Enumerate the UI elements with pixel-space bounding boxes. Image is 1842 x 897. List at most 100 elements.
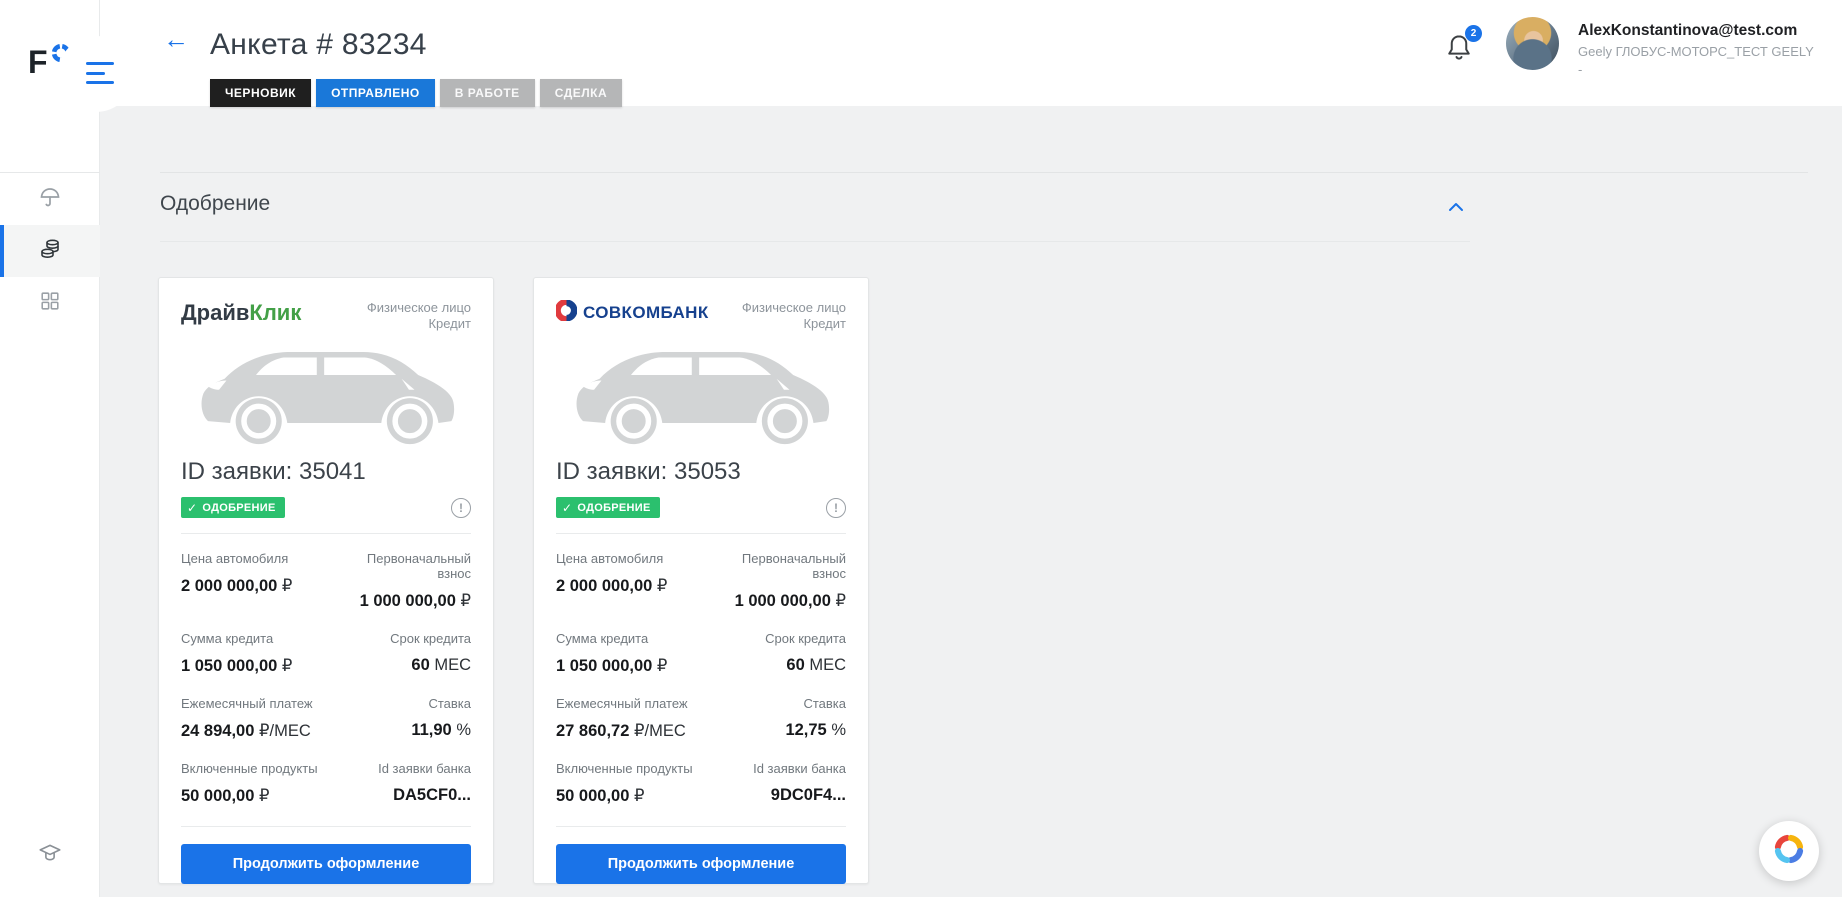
graduation-cap-icon — [37, 841, 63, 872]
section-divider-bottom — [160, 241, 1470, 242]
field-unit: ₽/МЕС — [629, 722, 686, 740]
field-label: Сумма кредита — [181, 631, 274, 646]
field-value: 12,75 — [785, 721, 827, 739]
field-label: Первоначальный взнос — [366, 551, 471, 581]
offer-card-sovcombank: СОВКОМБАНК Физическое лицо Кредит ID зая… — [533, 277, 869, 884]
application-id: ID заявки: 35041 — [181, 458, 471, 486]
field-value: 50 000,00 — [181, 787, 255, 805]
chat-widget-button[interactable] — [1759, 821, 1819, 881]
field-value: 27 860,72 — [556, 722, 630, 740]
hamburger-menu-button[interactable] — [86, 62, 116, 84]
umbrella-icon — [38, 185, 62, 214]
field-value: DA5CF0... — [393, 786, 471, 804]
field-value: 60 — [786, 656, 805, 674]
status-badges: ЧЕРНОВИК ОТПРАВЛЕНО В РАБОТЕ СДЕЛКА — [210, 79, 623, 107]
field-unit: ₽ — [455, 592, 471, 610]
field-unit: ₽ — [277, 577, 293, 595]
field-label: Включенные продукты — [556, 761, 693, 776]
approval-status-badge: ✓ ОДОБРЕНИЕ — [556, 497, 660, 518]
collapse-section-button[interactable] — [1448, 200, 1464, 218]
sidebar-item-education[interactable] — [0, 830, 100, 882]
card-divider — [556, 826, 846, 827]
field-value: 11,90 — [411, 721, 452, 739]
field-unit: ₽ — [652, 577, 668, 595]
field-label: Включенные продукты — [181, 761, 318, 776]
notifications-button[interactable]: 2 — [1444, 25, 1482, 68]
field-value: 1 000 000,00 — [734, 592, 831, 610]
driveclick-logo: Драйв Клик — [181, 300, 301, 326]
user-organization-extra: - — [1578, 62, 1583, 77]
application-id-value: 35041 — [299, 458, 366, 485]
user-email: AlexKonstantinova@test.com — [1578, 22, 1798, 39]
client-type-label: Физическое лицо — [366, 300, 471, 315]
field-label: Срок кредита — [390, 631, 471, 646]
section-title: Одобрение — [160, 192, 271, 215]
notification-count-badge: 2 — [1465, 25, 1482, 42]
approval-status-label: ОДОБРЕНИЕ — [577, 501, 651, 514]
check-icon: ✓ — [187, 500, 198, 515]
bell-icon — [1444, 35, 1474, 68]
sidebar-item-credits[interactable] — [0, 225, 100, 277]
application-id-label: ID заявки: — [556, 458, 668, 485]
field-label: Сумма кредита — [556, 631, 649, 646]
field-value: 24 894,00 — [181, 722, 255, 740]
card-divider — [181, 826, 471, 827]
bank-name-primary: Драйв — [181, 300, 250, 325]
field-unit: ₽ — [652, 657, 668, 675]
sidebar-nav — [0, 173, 100, 329]
field-unit: ₽ — [277, 657, 293, 675]
approval-status-badge: ✓ ОДОБРЕНИЕ — [181, 497, 285, 518]
field-unit: % — [826, 721, 846, 739]
page-title: Анкета # 83234 — [210, 28, 427, 61]
field-label: Первоначальный взнос — [741, 551, 846, 581]
chat-pinwheel-icon — [1771, 831, 1807, 872]
card-divider — [181, 533, 471, 534]
logo-letter: F — [28, 44, 48, 80]
bank-name: СОВКОМБАНК — [583, 303, 709, 322]
product-type-label: Кредит — [428, 316, 471, 331]
field-value: 1 000 000,00 — [359, 592, 456, 610]
field-value: 50 000,00 — [556, 787, 630, 805]
sidebar-item-insurance[interactable] — [0, 173, 100, 225]
sidebar-item-dashboard[interactable] — [0, 277, 100, 329]
sovcombank-icon — [554, 298, 578, 326]
field-unit: ₽ — [830, 592, 846, 610]
field-unit: МЕС — [429, 656, 471, 674]
field-unit: ₽ — [629, 787, 645, 805]
field-label: Срок кредита — [765, 631, 846, 646]
check-icon: ✓ — [562, 500, 573, 515]
continue-button[interactable]: Продолжить оформление — [181, 844, 471, 884]
field-label: Id заявки банка — [753, 761, 846, 776]
menu-bubble — [58, 36, 134, 112]
continue-button[interactable]: Продолжить оформление — [556, 844, 846, 884]
field-unit: % — [451, 721, 471, 739]
offer-type: Физическое лицо Кредит — [742, 300, 846, 332]
field-value: 1 050 000,00 — [181, 657, 278, 675]
status-badge-deal: СДЕЛКА — [539, 79, 623, 107]
field-value: 2 000 000,00 — [181, 577, 278, 595]
avatar[interactable] — [1506, 17, 1559, 70]
info-icon[interactable]: ! — [451, 497, 471, 518]
status-badge-sent: ОТПРАВЛЕНО — [316, 79, 435, 107]
sovcombank-logo: СОВКОМБАНК — [554, 298, 709, 326]
grid-icon — [39, 290, 61, 317]
field-value: 60 — [411, 656, 430, 674]
field-unit: ₽ — [254, 787, 270, 805]
status-badge-inwork: В РАБОТЕ — [439, 79, 535, 107]
field-unit: МЕС — [804, 656, 846, 674]
info-icon[interactable]: ! — [826, 497, 846, 518]
field-label: Ежемесячный платеж — [556, 696, 688, 711]
offer-fields: Цена автомобиля 2 000 000,00 ₽ Первонача… — [556, 551, 846, 826]
user-info[interactable]: AlexKonstantinova@test.com Geely ГЛОБУС-… — [1578, 22, 1836, 77]
bank-name-secondary: Клик — [249, 300, 302, 325]
chevron-up-icon — [1449, 203, 1463, 211]
application-id: ID заявки: 35053 — [556, 458, 846, 486]
field-label: Ставка — [803, 696, 846, 711]
field-label: Цена автомобиля — [556, 551, 664, 566]
coins-icon — [38, 237, 62, 266]
field-label: Ставка — [428, 696, 471, 711]
status-badge-draft: ЧЕРНОВИК — [210, 79, 312, 107]
back-button[interactable]: ← — [163, 26, 189, 52]
field-value: 9DC0F4... — [770, 786, 846, 804]
approval-status-label: ОДОБРЕНИЕ — [202, 501, 276, 514]
